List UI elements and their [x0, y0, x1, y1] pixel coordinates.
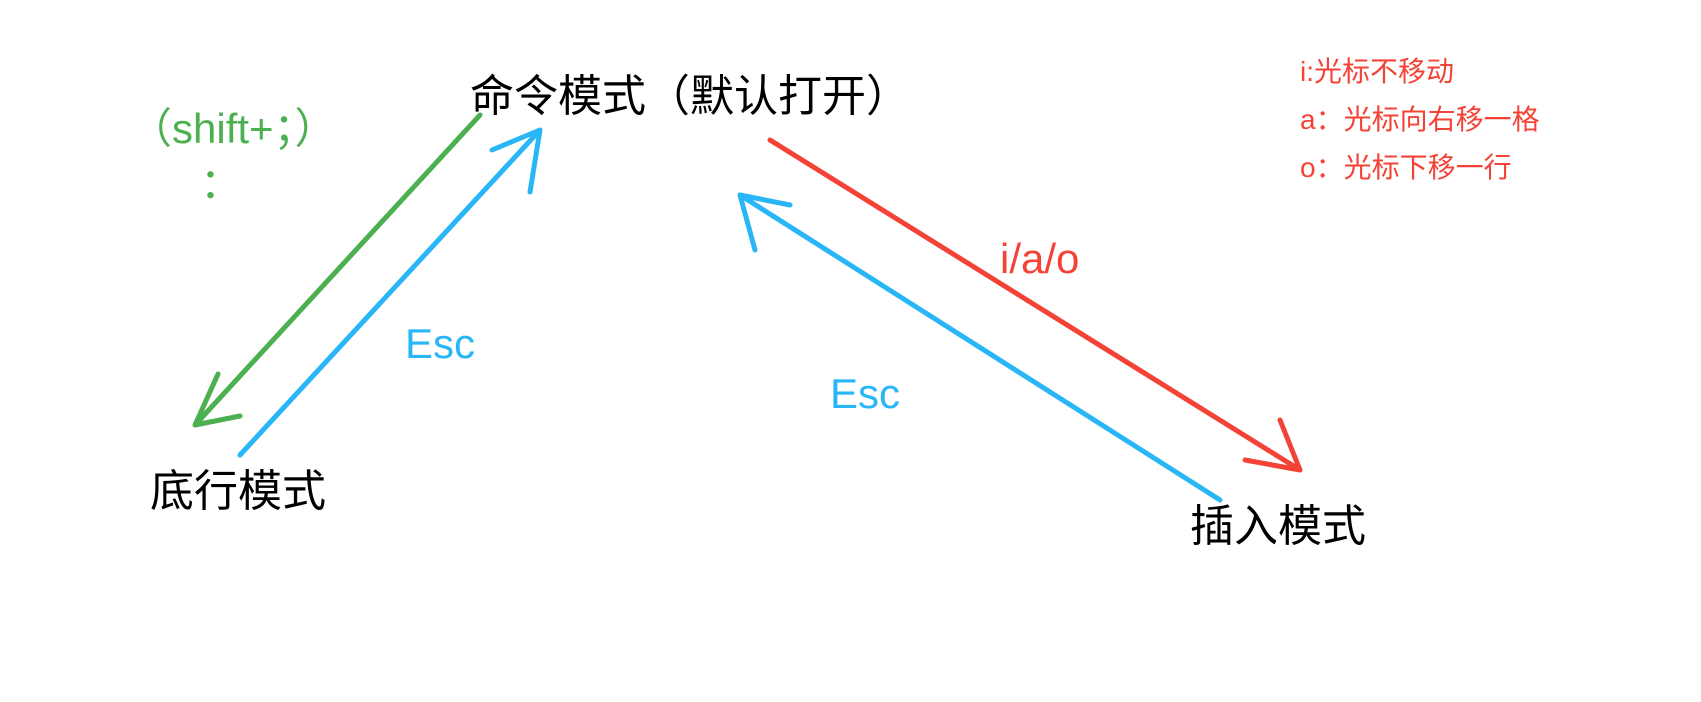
last-line-mode-label: 底行模式: [150, 455, 326, 519]
insert-mode-label: 插入模式: [1190, 490, 1366, 554]
shift-colon-label-line2: ：: [200, 150, 242, 211]
arrow-lastline-to-command: [240, 130, 540, 455]
note-i: i:光标不移动: [1300, 50, 1454, 95]
arrow-insert-to-command: [740, 195, 1220, 500]
note-o: o：光标下移一行: [1300, 146, 1512, 191]
esc-left-label: Esc: [405, 320, 475, 368]
iao-label: i/a/o: [1000, 235, 1079, 283]
note-a: a：光标向右移一格: [1300, 98, 1540, 143]
esc-right-label: Esc: [830, 370, 900, 418]
shift-colon-label-line1: （shift+；）: [130, 95, 337, 156]
arrow-command-to-insert: [770, 140, 1300, 470]
command-mode-label: 命令模式（默认打开）: [470, 60, 910, 124]
